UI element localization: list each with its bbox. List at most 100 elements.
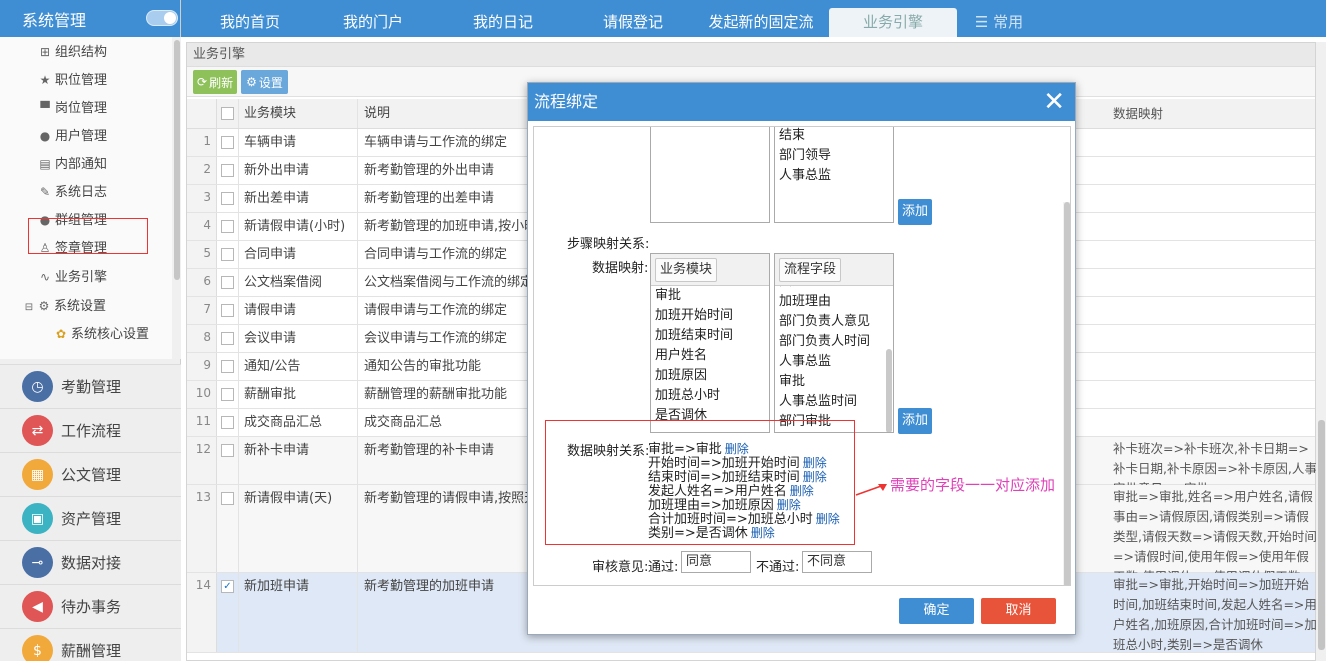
star-icon: ★ xyxy=(39,73,51,87)
module-field-list[interactable]: 业务模块 审批 加班开始时间 加班结束时间 用户姓名 加班原因 加班总小时 是否调休 xyxy=(650,253,770,433)
tab-common[interactable]: ☰ 常用 xyxy=(969,8,1029,37)
sidebar-scroll-thumb[interactable] xyxy=(174,40,180,280)
select-all-checkbox[interactable] xyxy=(221,107,234,120)
fail-label: 不通过: xyxy=(756,560,800,575)
sidebar-item-settings[interactable]: ⊟ ⚙ 系统设置 xyxy=(24,294,106,318)
row-checkbox[interactable] xyxy=(221,136,234,149)
add-step-button[interactable]: 添加 xyxy=(898,199,932,225)
mapping-item: 开始时间=>加班开始时间 删除 xyxy=(648,456,827,471)
step-map-label: 步骤映射关系: xyxy=(567,237,650,252)
sidebar-item-engine[interactable]: ∿ 业务引擎 xyxy=(38,265,107,289)
sidebar-item-label: 用户管理 xyxy=(55,129,108,144)
col-divider xyxy=(238,157,239,184)
row-checkbox[interactable] xyxy=(221,360,234,373)
settings-button[interactable]: ⚙ 设置 xyxy=(241,70,288,94)
delete-mapping-link[interactable]: 删除 xyxy=(777,498,801,512)
tab-leave[interactable]: 请假登记 xyxy=(573,8,693,37)
row-checkbox[interactable] xyxy=(221,492,234,505)
flow-field-item[interactable]: 部门负责人意见 xyxy=(779,312,870,332)
delete-mapping-link[interactable]: 删除 xyxy=(751,526,775,540)
tab-portal[interactable]: 我的门户 xyxy=(313,8,433,37)
sidebar-item-users[interactable]: ● 用户管理 xyxy=(38,124,107,148)
module-field-item[interactable]: 加班开始时间 xyxy=(655,306,733,326)
sidebar-item-notice[interactable]: ▤ 内部通知 xyxy=(38,152,107,176)
flow-field-item[interactable]: 人事总监 xyxy=(779,352,831,372)
pass-opinion-input[interactable]: 同意 xyxy=(681,551,751,573)
row-checkbox[interactable] xyxy=(221,388,234,401)
tab-business-engine[interactable]: 业务引擎 xyxy=(829,8,957,37)
col-header-module[interactable]: 业务模块 xyxy=(244,99,296,129)
row-checkbox[interactable]: ✓ xyxy=(221,580,234,593)
delete-mapping-link[interactable]: 删除 xyxy=(816,512,840,526)
col-divider xyxy=(357,325,358,352)
delete-mapping-link[interactable]: 删除 xyxy=(803,456,827,470)
delete-mapping-link[interactable]: 删除 xyxy=(790,484,814,498)
flow-field-item[interactable]: 加班理由 xyxy=(779,292,831,312)
cell-module: 成交商品汇总 xyxy=(244,415,323,430)
flow-field-list[interactable]: 类别加班理由部门负责人意见部门负责人时间人事总监审批人事总监时间部门审批 流程字… xyxy=(774,253,894,433)
main-scroll-thumb[interactable] xyxy=(1318,420,1325,650)
row-checkbox[interactable] xyxy=(221,248,234,261)
col-divider xyxy=(357,129,358,156)
category-label: 公文管理 xyxy=(61,466,122,484)
row-checkbox[interactable] xyxy=(221,192,234,205)
flow-field-item[interactable]: 审批 xyxy=(779,372,805,392)
row-checkbox[interactable] xyxy=(221,304,234,317)
row-checkbox[interactable] xyxy=(221,444,234,457)
delete-mapping-link[interactable]: 删除 xyxy=(725,442,749,456)
step-item[interactable]: 部门领导 xyxy=(779,146,831,166)
category-attendance[interactable]: ◷ 考勤管理 xyxy=(0,364,181,408)
module-field-item[interactable]: 用户姓名 xyxy=(655,346,707,366)
dialog-scroll-thumb[interactable] xyxy=(1064,202,1070,585)
row-checkbox[interactable] xyxy=(221,164,234,177)
flow-field-item[interactable]: 人事总监时间 xyxy=(779,392,857,412)
tab-fixed-flow[interactable]: 发起新的固定流 xyxy=(699,8,823,37)
sidebar-item-core-settings[interactable]: ✿ 系统核心设置 xyxy=(54,322,149,346)
refresh-button[interactable]: ⟳ 刷新 xyxy=(193,70,238,94)
step-list-right[interactable]: 结束 部门领导 人事总监 xyxy=(774,127,894,223)
close-icon[interactable]: ✕ xyxy=(1043,83,1065,121)
category-salary[interactable]: $ 薪酬管理 xyxy=(0,628,181,661)
add-mapping-button[interactable]: 添加 xyxy=(898,408,932,434)
flow-field-item[interactable]: 部门负责人时间 xyxy=(779,332,870,352)
fail-opinion-input[interactable]: 不同意 xyxy=(802,551,872,573)
category-assets[interactable]: ▣ 资产管理 xyxy=(0,496,181,540)
mapping-text: 加班理由=>加班原因 xyxy=(648,498,774,513)
module-field-item[interactable]: 加班总小时 xyxy=(655,386,720,406)
sidebar-item-post[interactable]: ▀ 岗位管理 xyxy=(38,96,107,120)
cell-module: 请假申请 xyxy=(244,303,297,318)
module-field-item[interactable]: 加班原因 xyxy=(655,366,707,386)
row-checkbox[interactable] xyxy=(221,276,234,289)
sidebar-item-log[interactable]: ✎ 系统日志 xyxy=(38,180,107,204)
step-list-left[interactable] xyxy=(650,127,770,223)
flow-field-scroll-thumb[interactable] xyxy=(886,349,892,432)
sidebar-item-org[interactable]: ⊞ 组织结构 xyxy=(38,40,107,64)
confirm-button[interactable]: 确定 xyxy=(899,598,974,624)
pulse-icon: ∿ xyxy=(39,270,51,284)
cancel-button[interactable]: 取消 xyxy=(981,598,1056,624)
delete-mapping-link[interactable]: 删除 xyxy=(803,470,827,484)
category-documents[interactable]: ▦ 公文管理 xyxy=(0,452,181,496)
tab-diary[interactable]: 我的日记 xyxy=(443,8,563,37)
step-item[interactable]: 结束 xyxy=(779,127,805,146)
category-todo[interactable]: ◀ 待办事务 xyxy=(0,584,181,628)
row-checkbox[interactable] xyxy=(221,332,234,345)
mapping-text: 合计加班时间=>加班总小时 xyxy=(648,512,813,527)
panel-title: 业务引擎 xyxy=(187,43,1315,67)
category-data[interactable]: ⊸ 数据对接 xyxy=(0,540,181,584)
col-header-desc[interactable]: 说明 xyxy=(364,99,390,129)
module-field-item[interactable]: 加班结束时间 xyxy=(655,326,733,346)
col-divider xyxy=(238,353,239,380)
flow-field-header: 流程字段 xyxy=(775,254,893,286)
mapping-item: 加班理由=>加班原因 删除 xyxy=(648,498,801,513)
row-checkbox[interactable] xyxy=(221,416,234,429)
module-field-item[interactable]: 审批 xyxy=(655,286,681,306)
sidebar-item-position[interactable]: ★ 职位管理 xyxy=(38,68,107,92)
tab-home[interactable]: 我的首页 xyxy=(187,8,313,37)
row-checkbox[interactable] xyxy=(221,220,234,233)
category-workflow[interactable]: ⇄ 工作流程 xyxy=(0,408,181,452)
sidebar-toggle[interactable] xyxy=(146,10,178,26)
step-item[interactable]: 人事总监 xyxy=(779,166,831,186)
col-header-mapping[interactable]: 数据映射 xyxy=(1113,99,1318,129)
cell-desc: 合同申请与工作流的绑定 xyxy=(364,247,508,262)
